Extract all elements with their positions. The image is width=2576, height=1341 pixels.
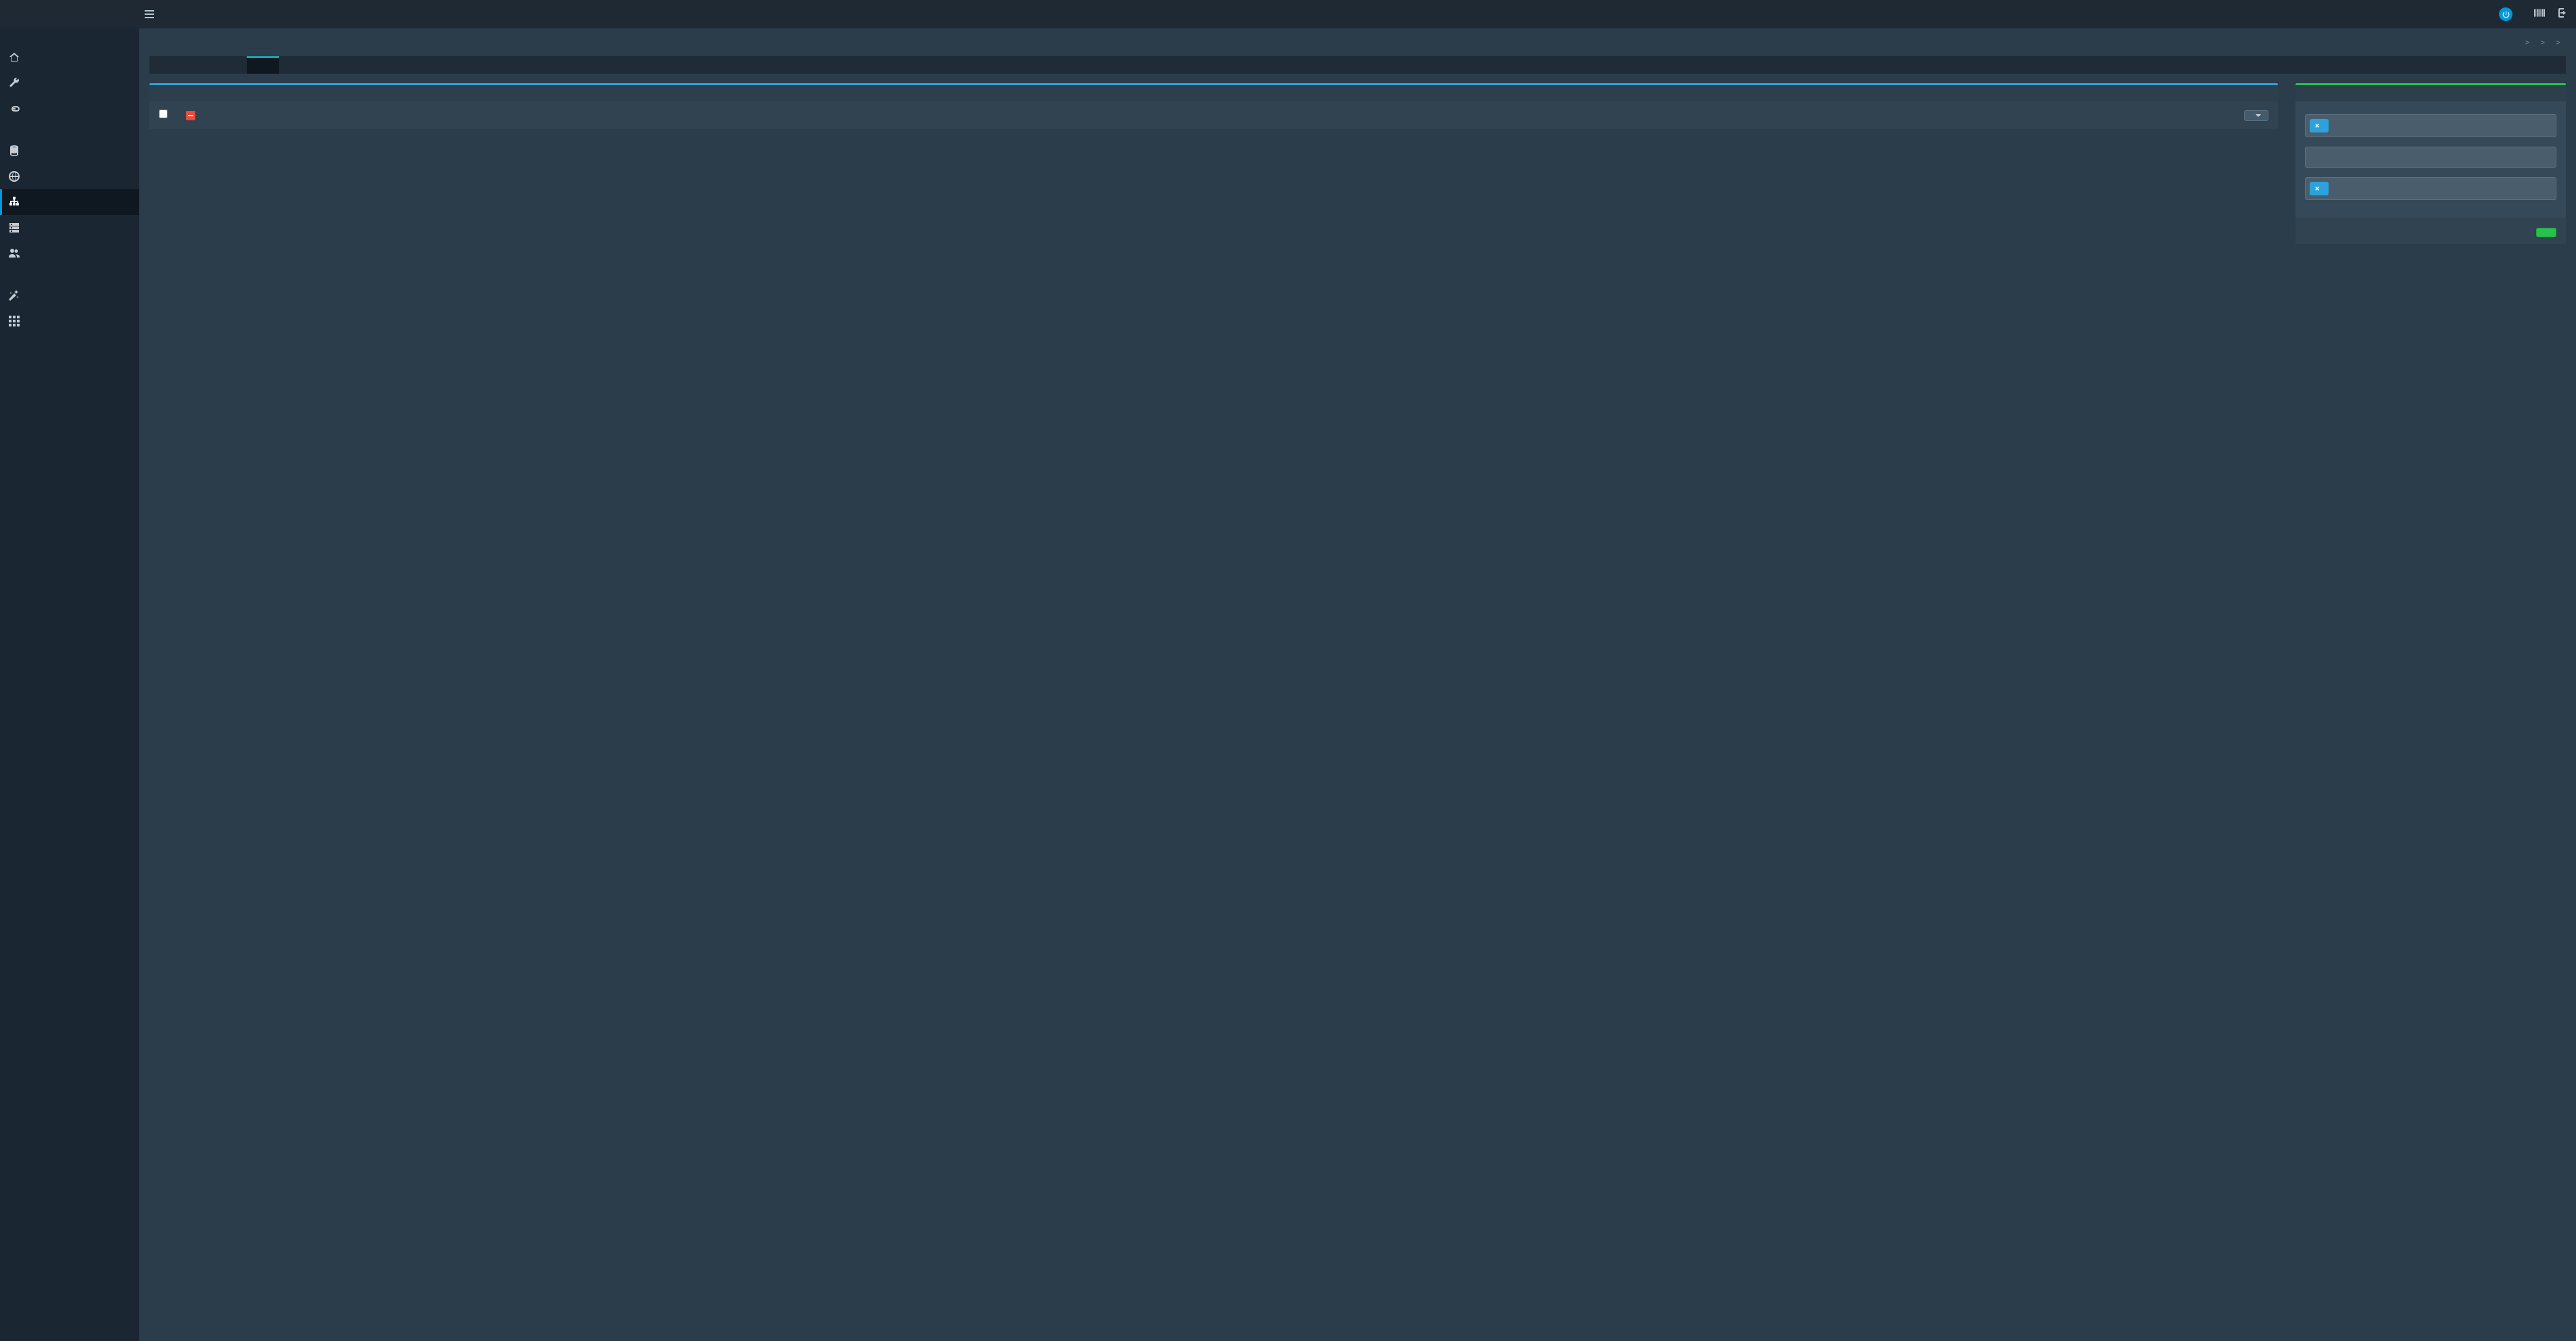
sidebar-item-nodes[interactable] [0,189,139,215]
col-assigned [1292,101,1420,129]
mass-actions-dropdown[interactable] [2244,110,2268,121]
server-icon [8,222,20,233]
sitemap-icon [8,197,20,208]
select-all-checkbox[interactable] [159,109,168,118]
breadcrumb: > > > [2520,38,2566,48]
database-icon [8,145,20,156]
grid-icon [8,316,20,326]
sidebar-item-servers[interactable] [0,215,139,241]
users-icon [8,248,20,259]
barcode-icon[interactable] [2534,8,2545,20]
sidebar-item-nests[interactable] [0,308,139,334]
ports-input[interactable]: × [2305,177,2556,200]
tab-servers[interactable] [279,56,312,74]
power-icon[interactable] [2499,7,2512,21]
ip-tag: × [2310,119,2329,132]
box-title [2295,85,2566,101]
home-icon [8,52,20,63]
tabs [149,56,2566,74]
col-alias [720,101,1006,129]
allocations-table [149,101,2278,129]
tab-settings[interactable] [182,56,214,74]
sidebar-toggle-button[interactable] [139,8,160,21]
link-icon [8,103,20,114]
sidebar-header-mgmt [0,122,139,138]
sidebar-item-settings[interactable] [0,70,139,96]
submit-button[interactable] [2536,228,2556,237]
magic-icon [8,290,20,301]
logout-icon[interactable] [2556,8,2567,20]
assign-allocations-box: × × [2295,83,2566,244]
sidebar-item-api[interactable] [0,96,139,122]
minus-icon[interactable] [186,111,195,120]
tab-allocation[interactable] [247,56,279,74]
box-title [149,85,2278,101]
globe-icon [8,171,20,182]
content-area: > > > [139,28,2576,1341]
tab-configuration[interactable] [214,56,247,74]
remove-tag-icon[interactable]: × [2315,121,2319,130]
caret-down-icon [2256,114,2261,117]
remove-tag-icon[interactable]: × [2315,184,2319,193]
existing-allocations-box [149,83,2278,129]
top-bar [0,0,2576,28]
sidebar-item-mounts[interactable] [0,283,139,308]
ports-tag: × [2310,182,2329,195]
tab-about[interactable] [149,56,182,74]
col-port [1006,101,1292,129]
sidebar-item-locations[interactable] [0,164,139,189]
sidebar-item-overview[interactable] [0,45,139,70]
sidebar [0,28,139,1341]
wrench-icon [8,78,20,89]
sidebar-header-basic [0,28,139,45]
ip-address-input[interactable]: × [2305,114,2556,137]
sidebar-item-databases[interactable] [0,138,139,164]
sidebar-item-users[interactable] [0,241,139,266]
sidebar-header-svc [0,266,139,283]
alias-input[interactable] [2305,147,2556,168]
